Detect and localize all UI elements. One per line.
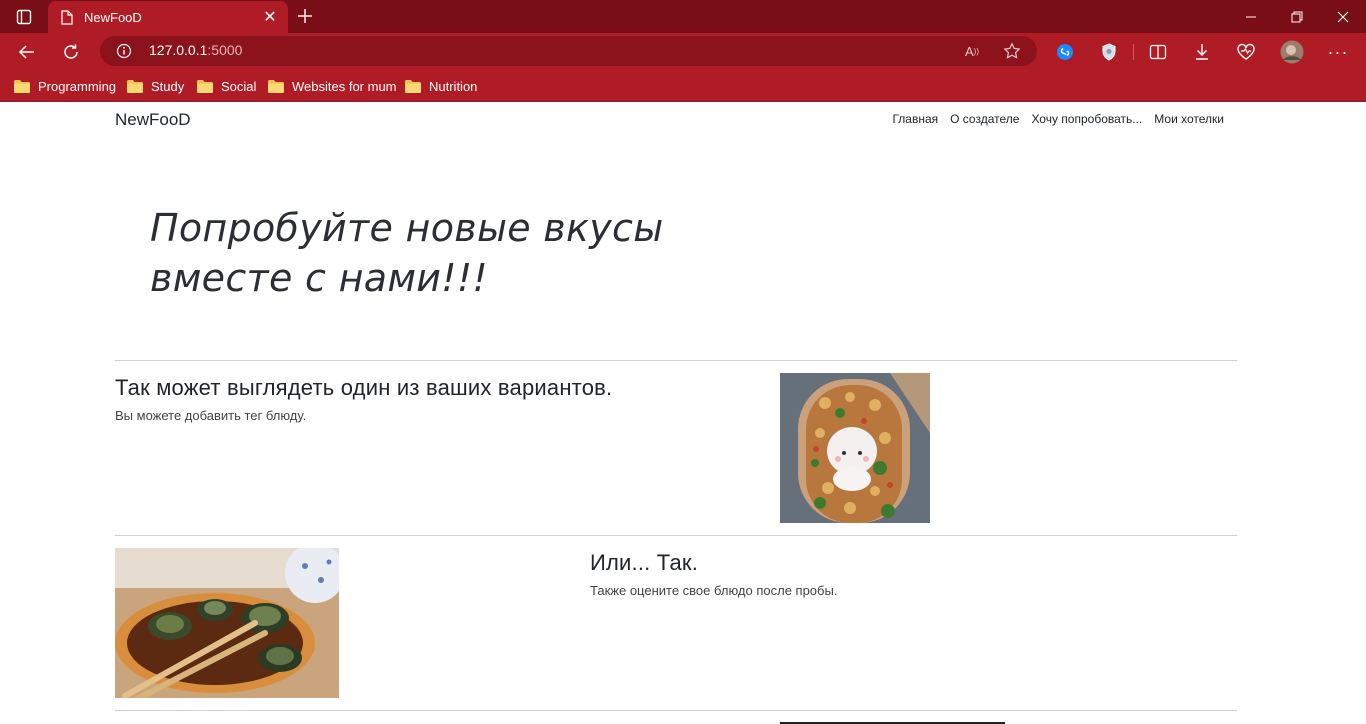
bookmark-label: Websites for mum <box>292 78 397 94</box>
section-divider <box>115 360 1237 361</box>
read-aloud-icon[interactable]: A)) <box>962 41 982 61</box>
noodle-bento-image <box>780 373 930 523</box>
tab-title: NewFooD <box>84 9 142 25</box>
document-icon <box>60 9 74 25</box>
site-nav: Главная О создателе Хочу попробовать... … <box>892 112 1224 126</box>
toolbar-divider <box>1133 44 1134 60</box>
bookmark-label: Study <box>151 78 185 94</box>
folder-icon <box>14 79 30 93</box>
tab-actions-menu-icon[interactable] <box>6 4 42 30</box>
favorite-star-icon[interactable] <box>1002 41 1022 61</box>
feature-text: Также оцените свое блюдо после пробы. <box>590 583 838 598</box>
bookmark-folder-social[interactable]: Social <box>197 76 256 96</box>
folder-icon <box>405 79 421 93</box>
browser-tab-strip: NewFooD ✕ <box>0 0 1366 33</box>
split-screen-icon[interactable] <box>1143 37 1173 67</box>
hero-heading: Попробуйте новые вкусы вместе с нами!!! <box>150 203 670 303</box>
bookmark-label: Programming <box>38 78 117 94</box>
bookmark-folder-study[interactable]: Study <box>127 76 184 96</box>
nav-link-home[interactable]: Главная <box>892 112 938 126</box>
refresh-icon[interactable] <box>56 37 86 67</box>
address-bar[interactable]: 127.0.0.1:5000 A)) <box>100 36 1037 66</box>
folder-icon <box>197 79 213 93</box>
feature-text: Вы можете добавить тег блюду. <box>115 408 307 423</box>
web-page: NewFooD Главная О создателе Хочу попробо… <box>0 103 1366 724</box>
site-brand[interactable]: NewFooD <box>115 110 191 130</box>
bookmarks-bar: Programming Study Social Websites for mu… <box>0 70 1366 102</box>
shield-extension-icon[interactable] <box>1094 37 1124 67</box>
back-icon[interactable] <box>12 37 42 67</box>
browser-tab-active[interactable]: NewFooD ✕ <box>48 1 288 33</box>
hero-line: Попробуйте новые вкусы <box>150 206 664 250</box>
century-eggs-image <box>115 548 339 698</box>
downloads-icon[interactable] <box>1187 37 1217 67</box>
folder-icon <box>127 79 143 93</box>
new-tab-icon[interactable] <box>292 3 318 29</box>
feature-title: Так может выглядеть один из ваших вариан… <box>115 375 613 400</box>
bookmark-label: Nutrition <box>429 78 478 94</box>
browser-toolbar: 127.0.0.1:5000 A)) ··· <box>0 33 1366 70</box>
nav-link-about-creator[interactable]: О создателе <box>950 112 1019 126</box>
folder-icon <box>268 79 284 93</box>
minimize-icon[interactable] <box>1228 0 1274 33</box>
more-options-icon[interactable]: ··· <box>1323 37 1353 67</box>
close-tab-icon[interactable]: ✕ <box>258 5 282 29</box>
bookmark-label: Social <box>221 78 257 94</box>
restore-icon[interactable] <box>1274 0 1320 33</box>
close-window-icon[interactable] <box>1320 0 1366 33</box>
browser-essentials-icon[interactable] <box>1231 37 1261 67</box>
url-text: 127.0.0.1:5000 <box>149 42 243 58</box>
bookmark-folder-websites-for-mum[interactable]: Websites for mum <box>268 76 397 96</box>
shazam-extension-icon[interactable] <box>1050 37 1080 67</box>
feature-title: Или... Так. <box>590 550 699 575</box>
bookmark-folder-programming[interactable]: Programming <box>14 76 116 96</box>
profile-avatar[interactable] <box>1277 37 1307 67</box>
nav-link-want-to-try[interactable]: Хочу попробовать... <box>1031 112 1142 126</box>
hero-line: вместе с нами!!! <box>150 256 488 300</box>
bookmark-folder-nutrition[interactable]: Nutrition <box>405 76 477 96</box>
nav-link-my-wishes[interactable]: Мои хотелки <box>1154 112 1224 126</box>
section-divider <box>115 710 1237 711</box>
section-divider <box>115 535 1237 536</box>
site-info-icon[interactable] <box>116 43 132 59</box>
